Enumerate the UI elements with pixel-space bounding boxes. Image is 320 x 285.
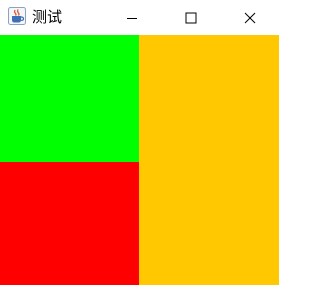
minimize-button[interactable]: [109, 0, 155, 35]
minimize-icon: [127, 17, 137, 19]
green-panel: [0, 35, 139, 162]
title-bar[interactable]: 测试: [0, 0, 279, 35]
maximize-icon: [185, 12, 197, 23]
window-title: 测试: [32, 8, 63, 26]
red-panel: [0, 162, 139, 285]
java-coffee-cup-icon: [8, 7, 26, 25]
maximize-button[interactable]: [168, 0, 214, 35]
close-icon: [244, 12, 256, 23]
orange-panel: [139, 35, 279, 285]
close-button[interactable]: [227, 0, 273, 35]
app-window: 测试: [0, 0, 279, 285]
content-area: [0, 35, 279, 285]
